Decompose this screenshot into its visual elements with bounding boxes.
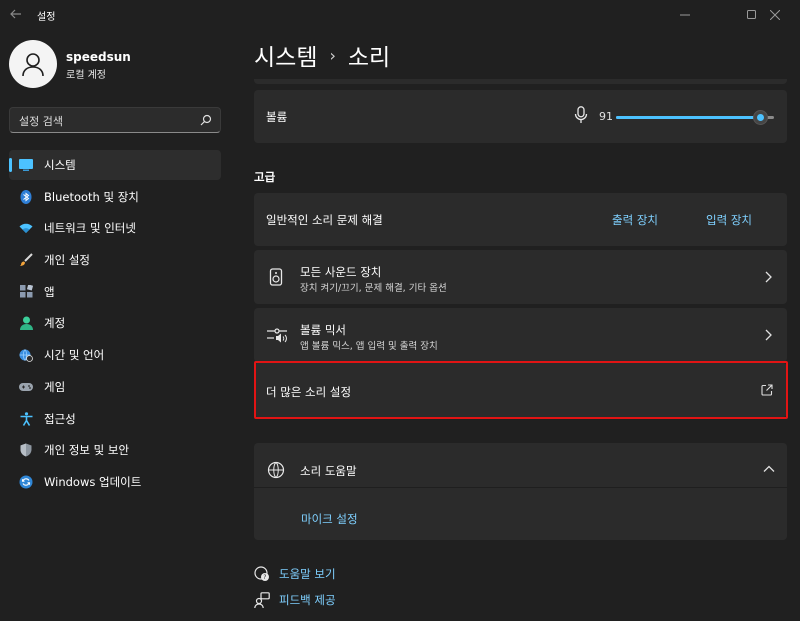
sidebar-item-network[interactable]: 네트워크 및 인터넷 <box>9 213 221 243</box>
speaker-device-icon <box>267 268 285 286</box>
sound-help-card: 소리 도움말 마이크 설정 <box>254 443 787 540</box>
accessibility-icon <box>19 411 33 426</box>
sidebar-item-label: 계정 <box>44 316 66 331</box>
svg-text:?: ? <box>263 574 266 581</box>
window-title: 설정 <box>37 12 56 23</box>
sidebar-item-gaming[interactable]: 게임 <box>9 372 221 402</box>
feedback-link[interactable]: 피드백 제공 <box>254 592 336 609</box>
search-icon <box>200 114 212 126</box>
sound-help-title: 소리 도움말 <box>300 464 357 478</box>
volume-mixer-title: 볼륨 믹서 <box>300 323 346 337</box>
search-placeholder: 설정 검색 <box>19 115 63 128</box>
microphone-settings-link[interactable]: 마이크 설정 <box>301 511 358 527</box>
brush-icon <box>19 253 33 267</box>
page-title: 소리 <box>347 45 391 71</box>
troubleshoot-card: 일반적인 소리 문제 해결 출력 장치 입력 장치 <box>254 193 787 246</box>
output-device-link[interactable]: 출력 장치 <box>612 212 658 228</box>
help-chat-icon: ? <box>254 566 270 582</box>
chevron-right-icon <box>763 271 773 283</box>
sidebar-nav: 시스템 Bluetooth 및 장치 네트워크 및 인터넷 개인 설정 앱 계정 <box>9 150 221 499</box>
account-icon <box>19 316 33 331</box>
search-input[interactable]: 설정 검색 <box>9 107 221 133</box>
volume-slider-thumb[interactable] <box>752 110 768 125</box>
get-help-label: 도움말 보기 <box>279 567 336 581</box>
sidebar-item-label: 게임 <box>44 379 66 394</box>
volume-value: 91 <box>599 110 613 123</box>
close-icon[interactable] <box>752 0 798 30</box>
breadcrumb-parent[interactable]: 시스템 <box>254 38 317 72</box>
sidebar-item-label: 개인 설정 <box>44 253 90 268</box>
sidebar-item-label: 앱 <box>44 284 55 299</box>
profile-account-type: 로컬 계정 <box>66 70 106 81</box>
sidebar-item-system[interactable]: 시스템 <box>9 150 221 180</box>
globe-clock-icon <box>19 348 33 363</box>
sidebar-item-apps[interactable]: 앱 <box>9 277 221 307</box>
globe-icon <box>267 461 285 479</box>
microphone-icon[interactable] <box>574 106 588 124</box>
sidebar-item-label: 접근성 <box>44 411 76 426</box>
minimize-icon[interactable] <box>662 0 708 30</box>
chevron-right-icon <box>763 329 773 341</box>
sidebar-item-label: 개인 정보 및 보안 <box>44 443 130 458</box>
system-icon <box>19 158 33 172</box>
sidebar-item-bluetooth[interactable]: Bluetooth 및 장치 <box>9 182 221 212</box>
apps-icon <box>19 285 33 299</box>
input-device-link[interactable]: 입력 장치 <box>706 212 752 228</box>
back-arrow-icon[interactable] <box>9 7 25 23</box>
troubleshoot-label: 일반적인 소리 문제 해결 <box>266 213 383 227</box>
update-icon <box>19 475 33 489</box>
sidebar-item-accounts[interactable]: 계정 <box>9 308 221 338</box>
sidebar-item-label: Bluetooth 및 장치 <box>44 189 139 204</box>
breadcrumb: 시스템 › 소리 <box>254 38 390 72</box>
volume-label: 볼륨 <box>266 110 288 124</box>
sidebar-item-label: Windows 업데이트 <box>44 474 142 489</box>
shield-icon <box>19 443 33 457</box>
scrolled-card-edge <box>254 79 787 84</box>
user-icon <box>22 53 44 77</box>
sidebar-item-label: 시스템 <box>44 158 76 172</box>
sidebar-item-label: 네트워크 및 인터넷 <box>44 221 136 236</box>
bluetooth-icon <box>19 189 33 204</box>
volume-mixer-row[interactable]: 볼륨 믹서 앱 볼륨 믹스, 앱 입력 및 출력 장치 <box>254 308 787 362</box>
all-sound-devices-subtitle: 장치 켜기/끄기, 문제 해결, 기타 옵션 <box>300 283 447 294</box>
title-bar: 설정 <box>0 0 800 30</box>
avatar[interactable] <box>9 40 57 88</box>
volume-slider-fill <box>616 116 760 119</box>
volume-mixer-subtitle: 앱 볼륨 믹스, 앱 입력 및 출력 장치 <box>300 341 438 352</box>
all-sound-devices-row[interactable]: 모든 사운드 장치 장치 켜기/끄기, 문제 해결, 기타 옵션 <box>254 250 787 304</box>
mixer-icon <box>267 326 287 344</box>
sidebar-item-windows-update[interactable]: Windows 업데이트 <box>9 467 221 497</box>
sidebar-item-time-language[interactable]: 시간 및 언어 <box>9 340 221 370</box>
volume-card: 볼륨 91 <box>254 90 787 143</box>
section-title-advanced: 고급 <box>254 170 276 184</box>
all-sound-devices-title: 모든 사운드 장치 <box>300 265 382 279</box>
volume-slider[interactable] <box>616 110 774 125</box>
highlight-box <box>254 361 788 419</box>
gamepad-icon <box>19 380 33 394</box>
get-help-link[interactable]: ? 도움말 보기 <box>254 566 336 582</box>
profile-name: speedsun <box>66 50 131 64</box>
sidebar-item-personalization[interactable]: 개인 설정 <box>9 245 221 275</box>
sidebar-item-accessibility[interactable]: 접근성 <box>9 404 221 434</box>
feedback-icon <box>254 592 270 609</box>
chevron-up-icon[interactable] <box>763 463 775 475</box>
breadcrumb-separator: › <box>329 45 336 65</box>
help-divider <box>254 487 787 488</box>
sidebar-item-privacy[interactable]: 개인 정보 및 보안 <box>9 435 221 465</box>
wifi-icon <box>19 221 33 235</box>
sidebar-item-label: 시간 및 언어 <box>44 348 105 363</box>
feedback-label: 피드백 제공 <box>279 593 336 607</box>
